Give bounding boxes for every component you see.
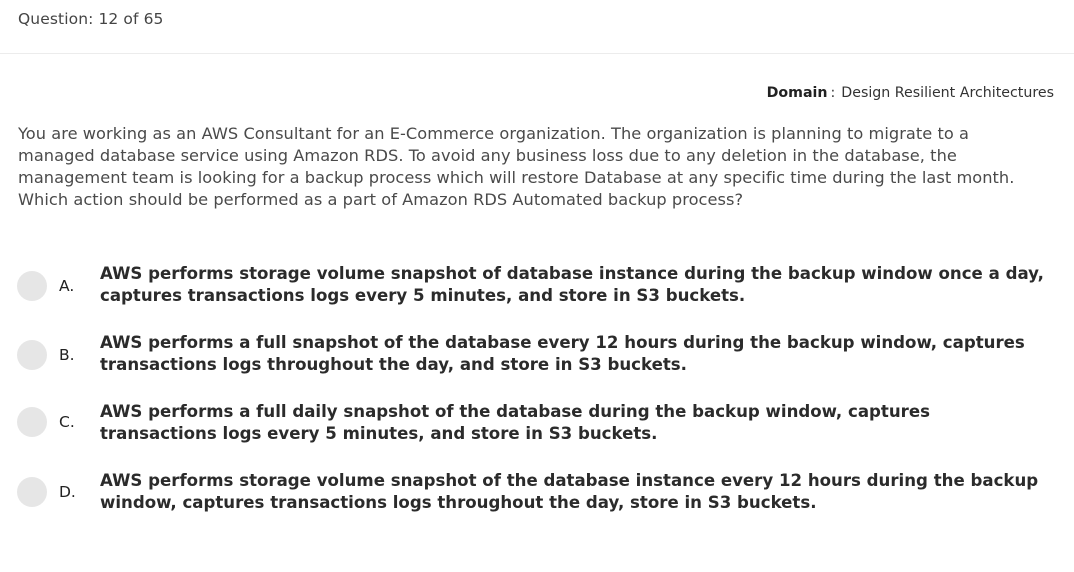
quiz-header: Question: 12 of 65 — [0, 0, 1074, 54]
option-text-c[interactable]: AWS performs a full daily snapshot of th… — [100, 401, 1050, 445]
radio-button-c[interactable] — [17, 407, 47, 437]
radio-button-d[interactable] — [17, 477, 47, 507]
option-text-d[interactable]: AWS performs storage volume snapshot of … — [100, 470, 1050, 514]
question-counter: Question: 12 of 65 — [18, 10, 164, 28]
option-letter-b: B. — [59, 346, 75, 364]
domain-label: Domain — [766, 85, 828, 101]
answer-option-d[interactable]: D. AWS performs storage volume snapshot … — [0, 469, 1074, 529]
radio-button-b[interactable] — [17, 340, 47, 370]
domain-value: Design Resilient Architectures — [841, 85, 1054, 101]
option-letter-d: D. — [59, 483, 76, 501]
radio-button-a[interactable] — [17, 271, 47, 301]
domain-separator: : — [830, 85, 836, 101]
domain-info: Domain: Design Resilient Architectures — [767, 85, 1054, 101]
option-letter-a: A. — [59, 277, 75, 295]
answer-option-a[interactable]: A. AWS performs storage volume snapshot … — [0, 262, 1074, 322]
option-text-b[interactable]: AWS performs a full snapshot of the data… — [100, 332, 1050, 376]
option-text-a[interactable]: AWS performs storage volume snapshot of … — [100, 263, 1050, 307]
answer-option-c[interactable]: C. AWS performs a full daily snapshot of… — [0, 400, 1074, 460]
question-text: You are working as an AWS Consultant for… — [18, 124, 1015, 209]
option-letter-c: C. — [59, 413, 75, 431]
answer-option-b[interactable]: B. AWS performs a full snapshot of the d… — [0, 331, 1074, 391]
